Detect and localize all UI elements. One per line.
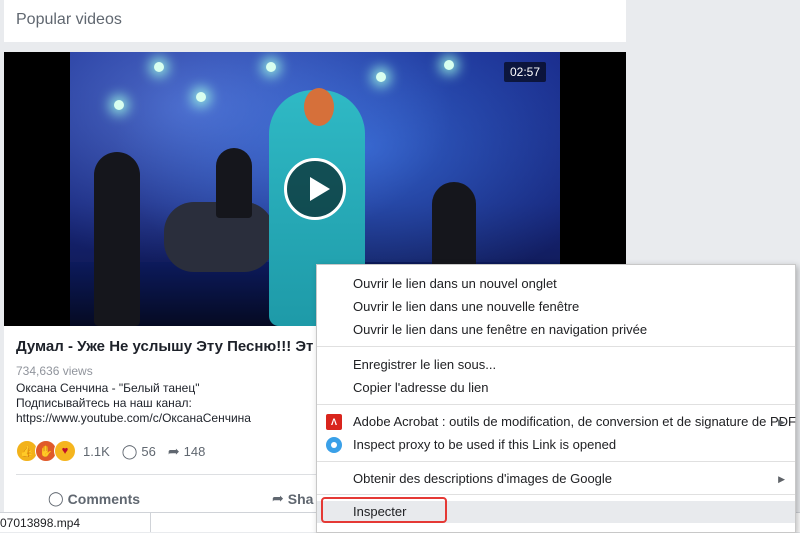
menu-item-label: Ouvrir le lien dans une nouvelle fenêtre bbox=[353, 299, 580, 314]
share-count[interactable]: 148 bbox=[184, 444, 206, 459]
popular-videos-header: Popular videos bbox=[4, 0, 626, 42]
submenu-arrow-icon: ▶ bbox=[778, 417, 785, 427]
stage-light bbox=[266, 62, 276, 72]
context-menu: Ouvrir le lien dans un nouvel onglet Ouv… bbox=[316, 264, 796, 533]
description-line: Оксана Сенчина - "Белый танец" bbox=[16, 381, 200, 395]
menu-item-label: Inspect proxy to be used if this Link is… bbox=[353, 437, 617, 452]
stage-light bbox=[376, 72, 386, 82]
menu-item-label: Ouvrir le lien dans un nouvel onglet bbox=[353, 276, 557, 291]
menu-item-open-new-window[interactable]: Ouvrir le lien dans une nouvelle fenêtre bbox=[317, 296, 795, 318]
download-file-name[interactable]: 07013898.mp4 bbox=[0, 516, 80, 530]
stage-light bbox=[114, 100, 124, 110]
download-separator bbox=[150, 513, 151, 532]
inspect-highlight-box bbox=[321, 497, 447, 523]
menu-item-label: Adobe Acrobat : outils de modification, … bbox=[353, 414, 796, 429]
menu-item-adobe-acrobat[interactable]: Λ Adobe Acrobat : outils de modification… bbox=[317, 411, 796, 433]
menu-item-label: Enregistrer le lien sous... bbox=[353, 357, 497, 372]
video-title[interactable]: Думал - Уже Не услышу Эту Песню!!! Эт bbox=[16, 338, 316, 355]
menu-item-label: Copier l'adresse du lien bbox=[353, 380, 489, 395]
menu-separator bbox=[317, 461, 795, 462]
letterbox-left bbox=[4, 52, 70, 326]
menu-separator bbox=[317, 346, 795, 347]
description-link[interactable]: https://www.youtube.com/c/ОксанаСенчина bbox=[16, 411, 316, 426]
menu-item-label: Obtenir des descriptions d'images de Goo… bbox=[353, 471, 613, 486]
description-line: Подписывайтесь на наш канал: bbox=[16, 396, 192, 410]
drummer bbox=[216, 148, 252, 218]
adobe-acrobat-icon: Λ bbox=[326, 414, 342, 430]
singer-head bbox=[304, 88, 334, 126]
stage-light bbox=[444, 60, 454, 70]
share-icon: ➦ bbox=[272, 490, 284, 506]
share-arrow-icon: ➦ bbox=[167, 442, 180, 459]
menu-item-open-private-window[interactable]: Ouvrir le lien dans une fenêtre en navig… bbox=[317, 319, 795, 341]
proxy-icon bbox=[326, 437, 342, 453]
menu-separator bbox=[317, 404, 795, 405]
comment-bubble-icon: ◯ bbox=[121, 442, 138, 459]
submenu-arrow-icon: ▶ bbox=[778, 474, 785, 484]
reactions-bar: 👍 ✋ ♥ 1.1K ◯ 56 ➦ 148 bbox=[16, 440, 217, 462]
view-count: 734,636 views bbox=[16, 364, 93, 378]
menu-item-copy-link-address[interactable]: Copier l'adresse du lien bbox=[317, 377, 795, 399]
stage-light bbox=[154, 62, 164, 72]
menu-item-open-new-tab[interactable]: Ouvrir le lien dans un nouvel onglet bbox=[317, 273, 795, 295]
heart-eyes-reaction-icon[interactable]: ♥ bbox=[54, 440, 76, 462]
comment-icon: ◯ bbox=[48, 490, 64, 506]
stage-light bbox=[196, 92, 206, 102]
reaction-count[interactable]: 1.1K bbox=[83, 444, 110, 459]
share-button[interactable]: ➦ Sha bbox=[272, 490, 313, 507]
menu-item-inspect-proxy[interactable]: Inspect proxy to be used if this Link is… bbox=[317, 434, 795, 456]
menu-separator bbox=[317, 494, 795, 495]
menu-item-save-link-as[interactable]: Enregistrer le lien sous... bbox=[317, 354, 795, 376]
menu-item-google-image-descriptions[interactable]: Obtenir des descriptions d'images de Goo… bbox=[317, 468, 795, 490]
section-title: Popular videos bbox=[16, 11, 122, 28]
guitarist-left bbox=[94, 152, 140, 326]
video-duration: 02:57 bbox=[504, 62, 547, 82]
comments-button[interactable]: ◯ Comments bbox=[48, 490, 140, 507]
video-description: Оксана Сенчина - "Белый танец" Подписыва… bbox=[16, 381, 316, 426]
menu-item-label: Ouvrir le lien dans une fenêtre en navig… bbox=[353, 322, 648, 337]
share-label: Sha bbox=[287, 490, 314, 507]
comments-label: Comments bbox=[67, 490, 141, 507]
comment-count[interactable]: 56 bbox=[141, 444, 155, 459]
play-icon[interactable] bbox=[284, 158, 346, 220]
